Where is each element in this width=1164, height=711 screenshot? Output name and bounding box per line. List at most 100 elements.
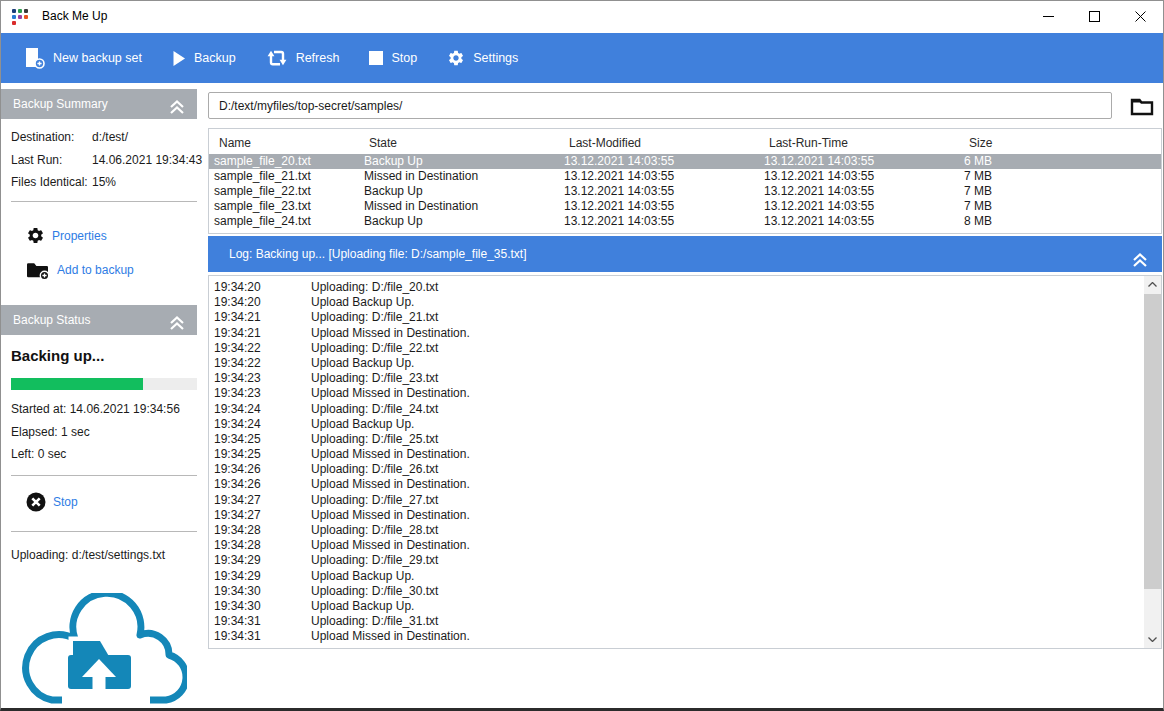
log-line: 19:34:22Uploading: D:/file_22.txt [209, 341, 1143, 356]
maximize-button[interactable] [1071, 1, 1117, 32]
table-row[interactable]: sample_file_21.txtMissed in Destination1… [209, 169, 1161, 184]
scrollbar-up-arrow[interactable] [1144, 276, 1161, 293]
log-time: 19:34:24 [209, 402, 311, 417]
stop-toolbar-button[interactable]: Stop [354, 33, 432, 83]
log-time: 19:34:29 [209, 553, 311, 568]
log-time: 19:34:20 [209, 280, 311, 295]
files-identical-row: Files Identical: 15% [11, 175, 207, 189]
new-backup-set-button[interactable]: New backup set [10, 33, 157, 83]
column-header[interactable]: Last-Run-Time [759, 129, 959, 157]
collapse-chevron-icon[interactable] [167, 96, 187, 126]
progress-bar [11, 378, 197, 390]
column-header[interactable]: State [359, 129, 559, 157]
log-time: 19:34:26 [209, 462, 311, 477]
table-row[interactable]: sample_file_20.txtBackup Up13.12.2021 14… [209, 154, 1161, 169]
log-message: Uploading: D:/file_22.txt [311, 341, 438, 356]
log-line: 19:34:27Upload Missed in Destination. [209, 508, 1143, 523]
log-time: 19:34:30 [209, 584, 311, 599]
table-cell: 13.12.2021 14:03:55 [759, 214, 959, 229]
file-table-rows: sample_file_20.txtBackup Up13.12.2021 14… [209, 154, 1161, 229]
properties-link[interactable]: Properties [26, 226, 107, 245]
add-to-backup-link[interactable]: Add to backup [26, 260, 134, 280]
log-line: 19:34:24Uploading: D:/file_24.txt [209, 402, 1143, 417]
refresh-button[interactable]: Refresh [251, 33, 355, 83]
status-heading: Backing up... [11, 347, 104, 364]
log-time: 19:34:26 [209, 477, 311, 492]
started-at-text: Started at: 14.06.2021 19:34:56 [11, 402, 180, 416]
minimize-icon [1043, 11, 1054, 22]
table-cell: 7 MB [959, 184, 1161, 199]
add-to-backup-label: Add to backup [57, 263, 134, 277]
log-scrollbar[interactable] [1144, 276, 1161, 648]
log-time: 19:34:23 [209, 386, 311, 401]
log-line: 19:34:28Uploading: D:/file_28.txt [209, 523, 1143, 538]
table-row[interactable]: sample_file_24.txtBackup Up13.12.2021 14… [209, 214, 1161, 229]
log-time: 19:34:21 [209, 326, 311, 341]
table-cell: 13.12.2021 14:03:55 [559, 154, 759, 169]
log-message: Upload Missed in Destination. [311, 508, 470, 523]
backup-icon [172, 50, 186, 67]
log-line: 19:34:23Upload Missed in Destination. [209, 386, 1143, 401]
backup-button[interactable]: Backup [157, 33, 251, 83]
left-text: Left: 0 sec [11, 447, 66, 461]
log-line: 19:34:27Uploading: D:/file_27.txt [209, 493, 1143, 508]
scrollbar-thumb[interactable] [1144, 294, 1161, 589]
scrollbar-down-arrow[interactable] [1144, 631, 1161, 648]
log-time: 19:34:30 [209, 599, 311, 614]
log-time: 19:34:21 [209, 310, 311, 325]
log-time: 19:34:23 [209, 371, 311, 386]
table-row[interactable]: sample_file_23.txtMissed in Destination1… [209, 199, 1161, 214]
folder-icon [1130, 97, 1154, 116]
path-input[interactable] [208, 92, 1112, 119]
log-time: 19:34:27 [209, 493, 311, 508]
log-header[interactable]: Log: Backing up... [Uploading file: D:/s… [208, 236, 1162, 272]
column-header[interactable]: Name [209, 129, 359, 157]
divider [11, 531, 197, 532]
sidebar: Backup Summary Destination: d:/test/ Las… [1, 83, 197, 711]
log-message: Upload Missed in Destination. [311, 538, 470, 553]
log-line: 19:34:29Uploading: D:/file_29.txt [209, 553, 1143, 568]
settings-button[interactable]: Settings [432, 33, 533, 83]
backup-summary-header[interactable]: Backup Summary [1, 89, 197, 119]
log-line: 19:34:31Uploading: D:/file_31.txt [209, 614, 1143, 629]
table-cell: 13.12.2021 14:03:55 [559, 169, 759, 184]
collapse-chevron-icon[interactable] [167, 312, 187, 342]
log-time: 19:34:25 [209, 432, 311, 447]
close-button[interactable] [1117, 1, 1163, 32]
log-message: Upload Missed in Destination. [311, 477, 470, 492]
stop-toolbar-label: Stop [391, 51, 417, 65]
log-message: Uploading: D:/file_25.txt [311, 432, 438, 447]
log-line: 19:34:31Upload Missed in Destination. [209, 629, 1143, 644]
log-line: 19:34:21Upload Missed in Destination. [209, 326, 1143, 341]
stop-label: Stop [53, 495, 78, 509]
browse-folder-button[interactable] [1122, 94, 1162, 118]
backup-summary-title: Backup Summary [13, 97, 108, 111]
stop-link[interactable]: Stop [26, 492, 78, 512]
log-message: Upload Backup Up. [311, 356, 414, 371]
log-message: Upload Backup Up. [311, 599, 414, 614]
minimize-button[interactable] [1025, 1, 1071, 32]
log-line: 19:34:26Upload Missed in Destination. [209, 477, 1143, 492]
log-time: 19:34:29 [209, 569, 311, 584]
main-panel: NameStateLast-ModifiedLast-Run-TimeSize … [208, 83, 1162, 711]
last-run-row: Last Run: 14.06.2021 19:34:43 [11, 153, 207, 167]
log-message: Upload Backup Up. [311, 569, 414, 584]
refresh-icon [266, 47, 288, 69]
backup-status-header[interactable]: Backup Status [1, 305, 197, 335]
table-cell: sample_file_24.txt [209, 214, 359, 229]
column-header[interactable]: Last-Modified [559, 129, 759, 157]
column-header[interactable]: Size [959, 129, 1161, 157]
log-line: 19:34:29Upload Backup Up. [209, 569, 1143, 584]
table-cell: sample_file_23.txt [209, 199, 359, 214]
maximize-icon [1089, 11, 1100, 22]
last-run-label: Last Run: [11, 153, 92, 167]
log-message: Uploading: D:/file_23.txt [311, 371, 438, 386]
backup-label: Backup [194, 51, 236, 65]
stop-circle-icon [26, 492, 46, 512]
cloud-backup-logo [19, 593, 187, 710]
table-cell: 13.12.2021 14:03:55 [559, 214, 759, 229]
last-run-value: 14.06.2021 19:34:43 [92, 153, 202, 167]
file-table-header: NameStateLast-ModifiedLast-Run-TimeSize [209, 129, 1161, 154]
table-row[interactable]: sample_file_22.txtBackup Up13.12.2021 14… [209, 184, 1161, 199]
log-line: 19:34:21Uploading: D:/file_21.txt [209, 310, 1143, 325]
